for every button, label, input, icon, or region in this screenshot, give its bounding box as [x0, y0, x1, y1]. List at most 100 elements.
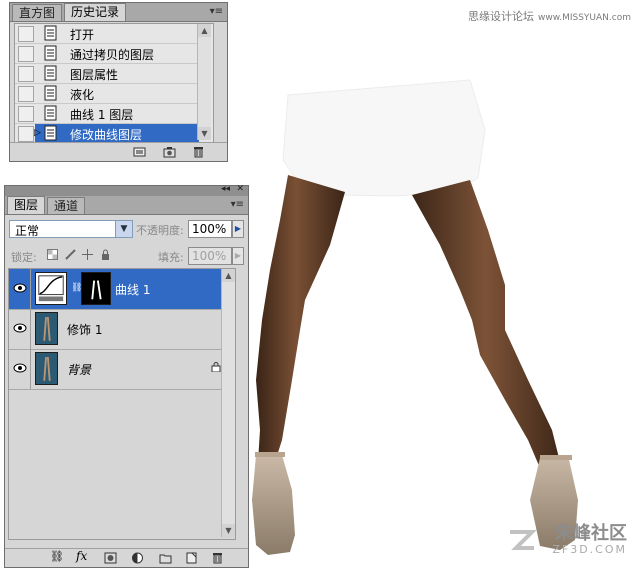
tab-history[interactable]: 历史记录: [64, 3, 127, 21]
eye-visibility-icon[interactable]: [12, 281, 28, 295]
fill-input[interactable]: 100%: [188, 247, 232, 265]
history-state-icon: [44, 65, 57, 81]
layer-row-retouch[interactable]: 修饰 1: [9, 309, 235, 350]
lock-transparency-icon[interactable]: [47, 249, 58, 260]
left-ankle-strap: [255, 452, 285, 457]
layer-name[interactable]: 曲线 1: [115, 281, 150, 298]
fill-slider-arrow-icon[interactable]: ▶: [232, 247, 244, 265]
layer-style-fx-icon[interactable]: fx: [76, 549, 87, 563]
visibility-divider: [30, 309, 31, 349]
history-source-checkbox[interactable]: [18, 106, 34, 122]
history-source-checkbox[interactable]: [18, 26, 34, 42]
collapse-panel-icon[interactable]: ◂◂: [221, 184, 230, 194]
panel-menu-icon[interactable]: ▾≡: [210, 6, 223, 17]
history-footer: [10, 142, 227, 161]
history-item[interactable]: 通过拷贝的图层: [15, 44, 199, 64]
watermark-top-url: www.MISSYUAN.com: [537, 13, 631, 23]
tab-layers[interactable]: 图层: [7, 196, 46, 214]
history-scrollbar[interactable]: ▲ ▼: [197, 24, 211, 140]
adjustment-layer-icon[interactable]: [131, 552, 144, 564]
new-document-from-state-icon[interactable]: [133, 146, 146, 158]
white-skirt: [282, 79, 486, 197]
opacity-label: 不透明度:: [136, 224, 184, 237]
trash-icon[interactable]: [192, 146, 205, 158]
fill-label: 填充:: [158, 251, 184, 264]
layer-mask-thumbnail[interactable]: [81, 272, 111, 305]
layer-name[interactable]: 背景: [67, 361, 91, 378]
new-group-folder-icon[interactable]: [159, 552, 172, 564]
history-item-label: 液化: [70, 88, 95, 102]
history-source-checkbox[interactable]: [18, 66, 34, 82]
panel-menu-icon[interactable]: ▾≡: [231, 199, 244, 210]
layer-thumbnail: [35, 352, 58, 385]
blend-mode-value: 正常: [15, 224, 40, 238]
blend-mode-select[interactable]: 正常 ▼: [9, 220, 133, 238]
layers-footer: ⛓ fx: [5, 548, 248, 567]
history-state-icon: [44, 105, 57, 121]
layer-list: ⛓ 曲线 1 修饰 1 背景 ▲ ▼: [8, 268, 236, 540]
lock-position-move-icon[interactable]: [82, 249, 93, 260]
lock-pixels-brush-icon[interactable]: [65, 249, 76, 260]
lock-label: 锁定:: [11, 251, 37, 264]
left-shoe: [252, 455, 295, 555]
layer-row-background[interactable]: 背景: [9, 349, 235, 390]
tab-channels[interactable]: 通道: [47, 197, 86, 214]
left-leg: [256, 175, 345, 462]
history-source-checkbox[interactable]: [18, 46, 34, 62]
trash-icon[interactable]: [211, 552, 224, 564]
close-panel-icon[interactable]: ✕: [236, 184, 244, 194]
history-state-icon: [44, 85, 57, 101]
history-item-label: 修改曲线图层: [70, 128, 143, 142]
history-item-label: 通过拷贝的图层: [70, 48, 155, 62]
history-source-checkbox[interactable]: [18, 126, 34, 142]
link-layers-icon[interactable]: ⛓: [50, 550, 64, 563]
curves-adjustment-icon: [35, 272, 67, 305]
layers-panel: ◂◂ ✕ 图层 通道 ▾≡ 正常 ▼ 不透明度: 100% ▶ 锁定: 填充: …: [4, 184, 249, 568]
opacity-slider-arrow-icon[interactable]: ▶: [232, 220, 244, 238]
history-item[interactable]: 打开: [15, 24, 199, 44]
layer-name[interactable]: 修饰 1: [67, 321, 102, 338]
watermark-top-cn: 思缘设计论坛: [467, 10, 534, 23]
tab-histogram[interactable]: 直方图: [12, 4, 63, 21]
history-item[interactable]: 液化: [15, 84, 199, 104]
lock-all-icon[interactable]: [100, 249, 111, 260]
panel-title-strip: ◂◂ ✕: [5, 184, 248, 196]
scroll-down-arrow-icon[interactable]: ▼: [198, 127, 211, 140]
history-state-icon: [44, 125, 57, 141]
watermark-bottom-en: ZF3D.COM: [552, 543, 627, 556]
eye-visibility-icon[interactable]: [12, 321, 28, 335]
history-tabbar: 直方图 历史记录 ▾≡: [10, 3, 227, 22]
right-ankle-strap: [540, 455, 572, 460]
add-mask-icon[interactable]: [104, 552, 117, 564]
history-item-selected[interactable]: ▷ 修改曲线图层: [15, 124, 199, 144]
history-panel: 直方图 历史记录 ▾≡ 打开 通过拷贝的图层 图层属性 液化 曲线 1 图层 ▷…: [9, 2, 228, 162]
history-list: 打开 通过拷贝的图层 图层属性 液化 曲线 1 图层 ▷ 修改曲线图层 ▲ ▼: [14, 23, 214, 144]
history-item[interactable]: 图层属性: [15, 64, 199, 84]
layer-row-curves[interactable]: ⛓ 曲线 1: [9, 269, 235, 310]
history-item-label: 曲线 1 图层: [70, 108, 134, 122]
history-state-slider-icon[interactable]: ▷: [34, 128, 41, 138]
history-state-icon: [44, 45, 57, 61]
history-item-label: 图层属性: [70, 68, 119, 82]
visibility-divider: [30, 349, 31, 389]
opacity-input[interactable]: 100%: [188, 220, 232, 238]
layers-tabbar: 图层 通道 ▾≡: [5, 196, 248, 215]
scroll-down-arrow-icon[interactable]: ▼: [222, 524, 235, 537]
history-item[interactable]: 曲线 1 图层: [15, 104, 199, 124]
chevron-down-icon[interactable]: ▼: [115, 221, 132, 237]
layers-scrollbar[interactable]: ▲ ▼: [221, 269, 235, 537]
eye-visibility-icon[interactable]: [12, 361, 28, 375]
snapshot-camera-icon[interactable]: [163, 146, 176, 158]
lock-icon: [211, 362, 221, 372]
history-item-label: 打开: [70, 28, 95, 42]
zf3d-logo-icon: [510, 530, 537, 550]
scroll-up-arrow-icon[interactable]: ▲: [222, 269, 235, 282]
layer-thumbnail: [35, 312, 58, 345]
watermark-bottom-cn: 朱峰社区: [555, 523, 627, 544]
watermark-bottom: 朱峰社区 ZF3D.COM: [552, 519, 627, 556]
scroll-up-arrow-icon[interactable]: ▲: [198, 24, 211, 37]
new-layer-icon[interactable]: [185, 552, 198, 564]
watermark-top: 思缘设计论坛 www.MISSYUAN.com: [468, 8, 631, 24]
history-source-checkbox[interactable]: [18, 86, 34, 102]
right-leg: [412, 180, 560, 468]
